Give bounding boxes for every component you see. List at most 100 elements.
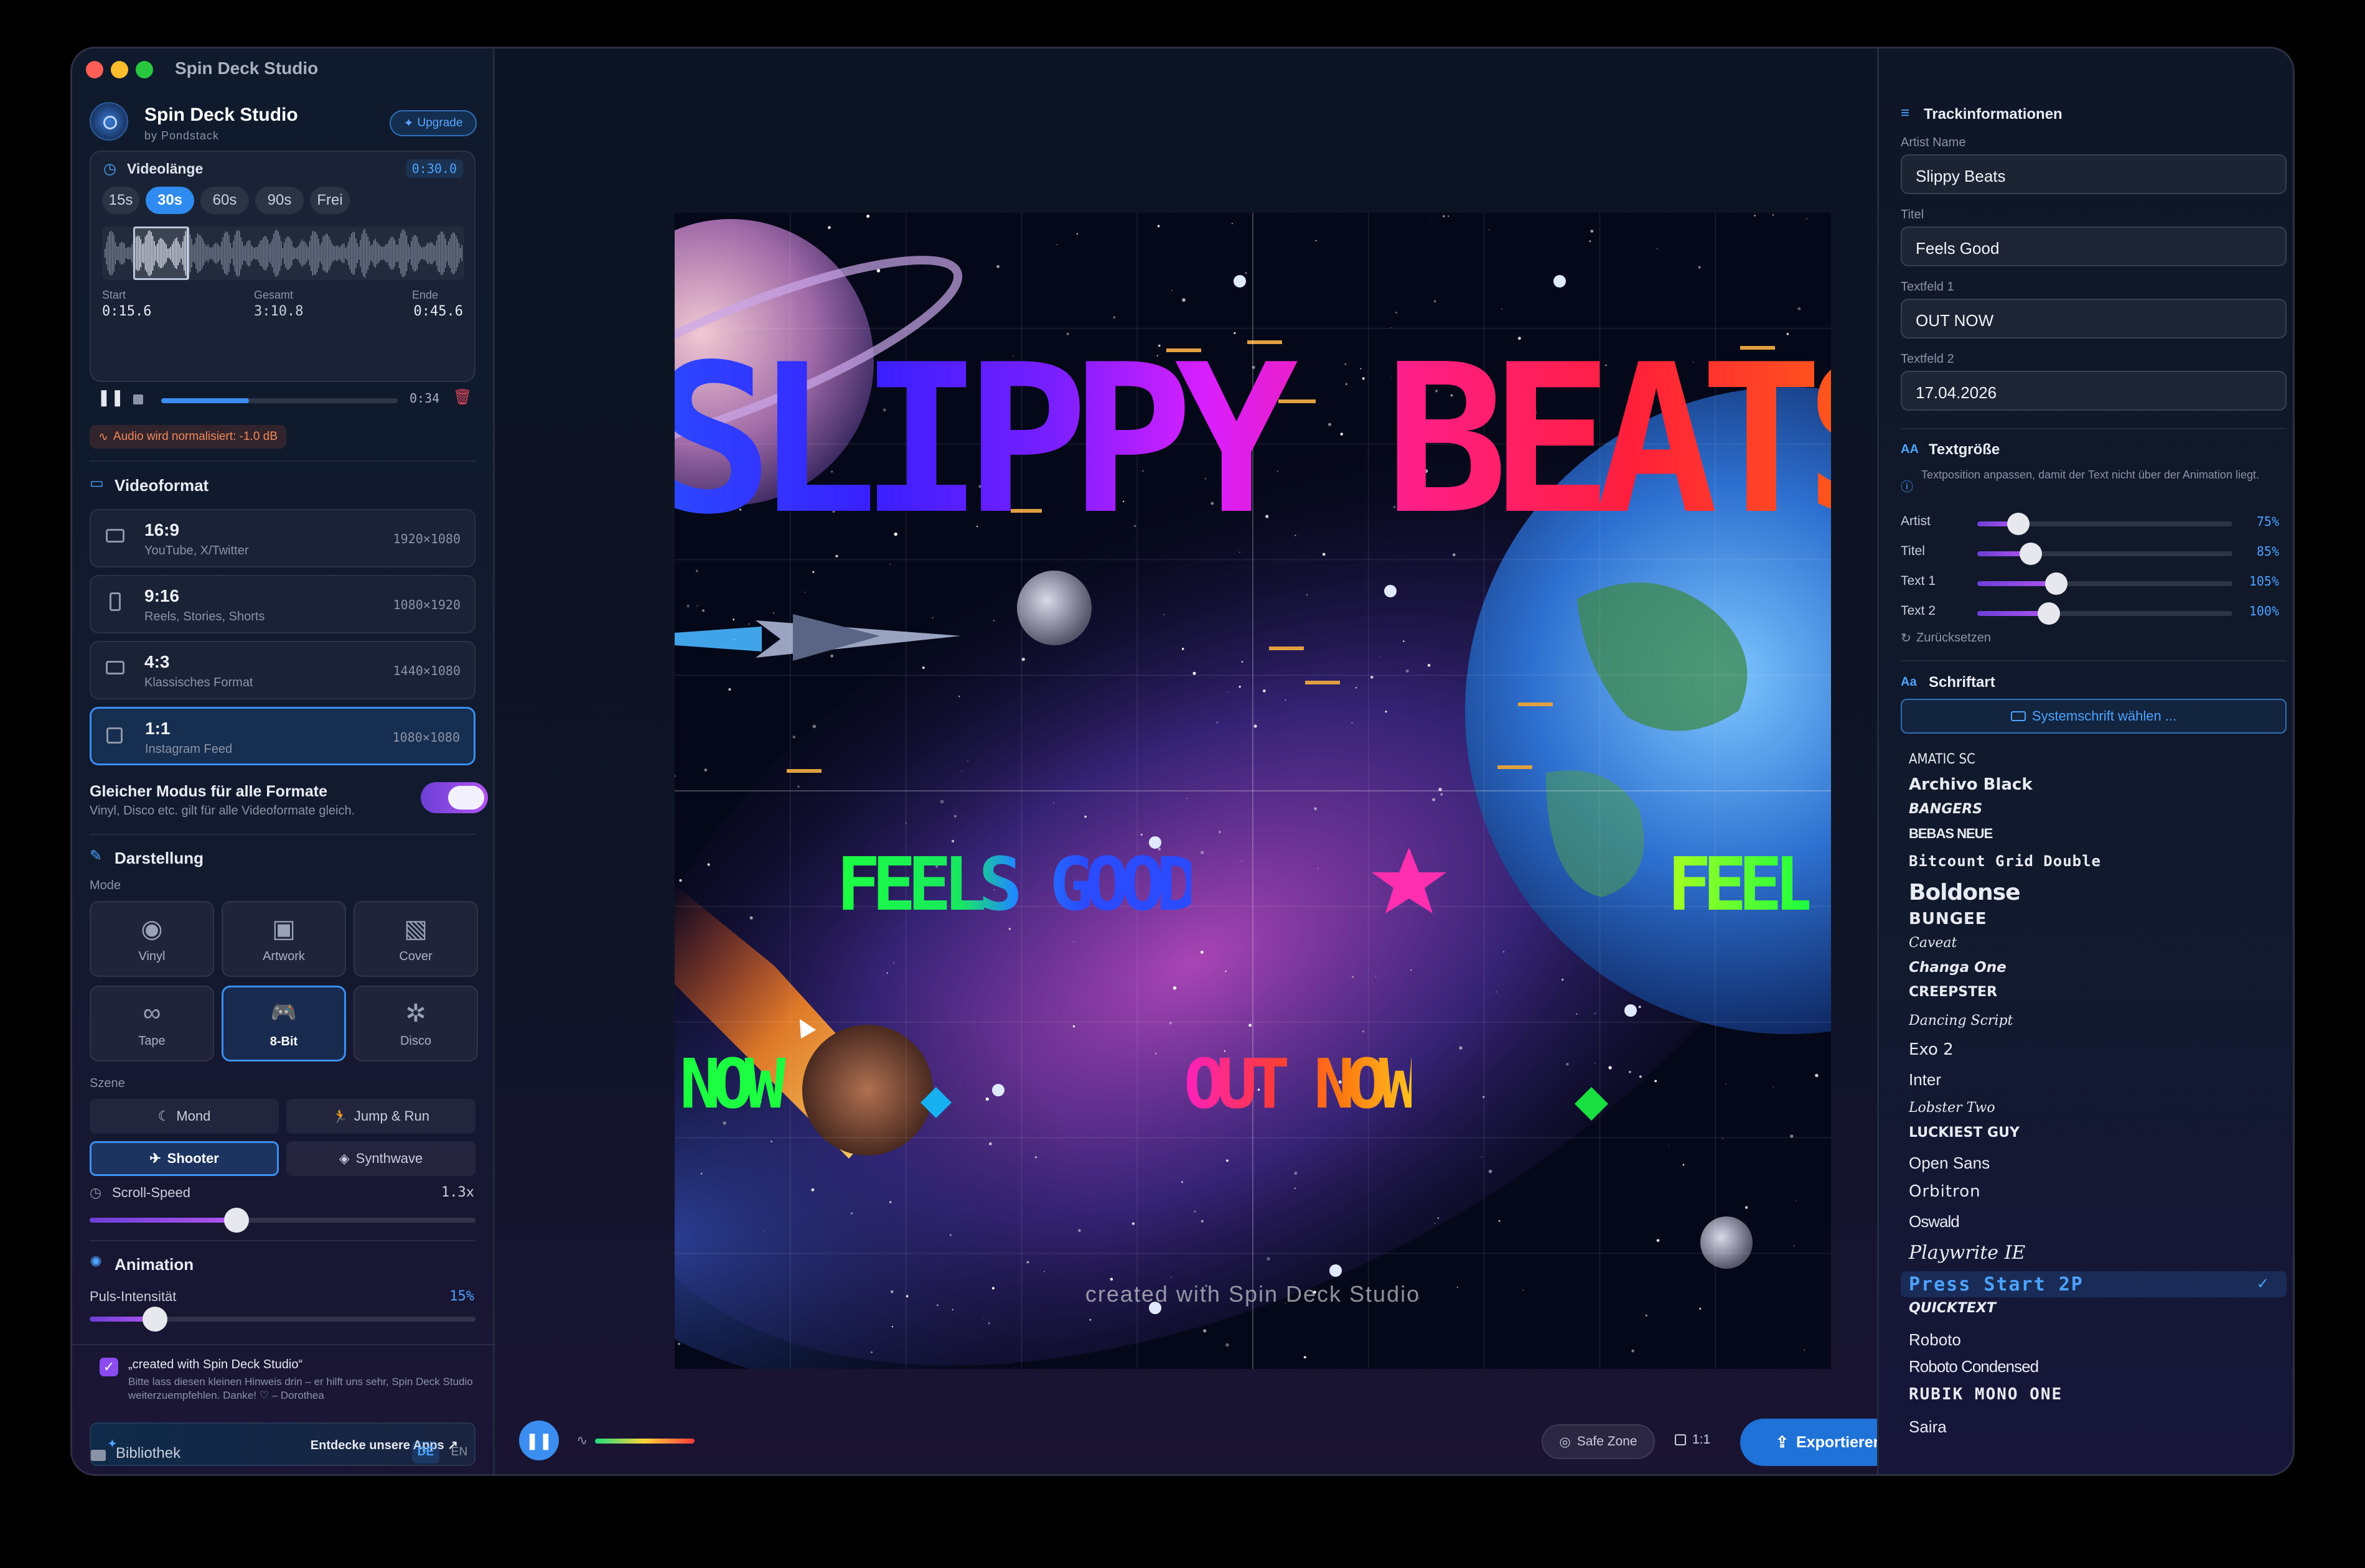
mode-8-bit[interactable]: 🎮 8-Bit [222,986,346,1062]
waveform-bar [115,242,116,264]
font-option-lobster-two[interactable]: Lobster Two [1909,1100,1995,1116]
text-size-value: 75% [2256,514,2279,529]
mode-vinyl[interactable]: ◉ Vinyl [90,901,214,977]
waveform-bar [109,232,110,274]
scene-synthwave[interactable]: ◈ Synthwave [286,1141,475,1176]
divider [90,460,475,462]
length-option-30s[interactable]: 30s [146,187,194,214]
mode-tape[interactable]: ∞ Tape [90,986,214,1062]
font-option-rubik-mono-one[interactable]: Rubik Mono One [1909,1385,2063,1404]
waveform-bar [273,233,274,273]
upgrade-button[interactable]: ✦ Upgrade [390,110,477,136]
waveform-bar [241,241,243,265]
total-value: 3:10.8 [254,304,304,319]
font-option-oswald[interactable]: Oswald [1909,1212,1960,1231]
mode-disco[interactable]: ✲ Disco [354,986,478,1062]
font-option-roboto-condensed[interactable]: Roboto Condensed [1909,1357,2039,1376]
text-size-knob[interactable] [2037,602,2060,625]
waveform-bar [342,243,343,263]
text-size-knob[interactable] [2007,513,2030,535]
waveform-bar [119,243,121,264]
format-option-1x1[interactable]: 1:1 Instagram Feed 1080×1080 [90,707,475,765]
length-option-frei[interactable]: Frei [310,187,350,214]
font-option-boldonse[interactable]: Boldonse [1909,880,2020,905]
font-option-bangers[interactable]: Bangers [1909,801,1982,817]
font-option-inter[interactable]: Inter [1909,1070,1941,1090]
scene-mond[interactable]: ☾ Mond [90,1099,279,1134]
text-size-knob[interactable] [2020,543,2043,565]
pulse-knob[interactable] [143,1307,168,1332]
font-option-luckiest-guy[interactable]: Luckiest Guy [1909,1125,2020,1141]
scene-shooter[interactable]: ✈ Shooter [90,1141,279,1176]
format-option-9x16[interactable]: 9:16 Reels, Stories, Shorts 1080×1920 [90,575,475,633]
font-option-creepster[interactable]: Creepster [1909,984,1997,1000]
waveform-bar [276,230,278,277]
system-font-button[interactable]: Systemschrift wählen ... [1901,699,2287,734]
waveform-bar [340,245,342,261]
font-option-exo-2[interactable]: Exo 2 [1909,1040,1954,1059]
font-option-bungee[interactable]: Bungee [1909,910,1987,928]
scroll-speed-slider[interactable] [90,1208,475,1233]
text-size-knob[interactable] [2045,572,2068,595]
library-button[interactable]: Bibliothek [116,1445,180,1462]
stop-icon[interactable] [133,394,143,404]
divider [90,834,475,835]
waveform-bar [403,229,405,278]
minimize-window-button[interactable] [111,61,128,78]
font-option-press-start-2p[interactable]: Press Start 2P [1909,1274,2084,1295]
title-field[interactable]: Feels Good [1901,226,2287,266]
text-size-slider-titel[interactable] [1977,543,2232,565]
text-size-slider-text-2[interactable] [1977,602,2232,625]
artist-name-field[interactable]: Slippy Beats [1901,154,2287,194]
text-size-slider-artist[interactable] [1977,513,2232,535]
waveform-bar [128,246,129,260]
font-option-archivo-black[interactable]: Archivo Black [1909,775,2033,794]
font-option-saira[interactable]: Saira [1909,1417,1947,1437]
mode-artwork[interactable]: ▣ Artwork [222,901,346,977]
text-size-slider-text-1[interactable] [1977,572,2232,595]
font-option-bebas-neue[interactable]: Bebas Neue [1909,826,1993,842]
pause-icon[interactable]: ❚❚ [97,388,124,407]
length-option-90s[interactable]: 90s [255,187,304,214]
waveform[interactable] [102,226,464,280]
video-preview[interactable]: SLIPPY BEATS FEELS GOOD FEEL NOW OUT NOW… [675,213,1831,1369]
zoom-window-button[interactable] [136,61,153,78]
running-icon: 🏃 [332,1109,348,1124]
close-window-button[interactable] [86,61,103,78]
safe-zone-toggle[interactable]: ◎ Safe Zone [1542,1424,1655,1459]
play-pause-button[interactable]: ❚❚ [519,1421,559,1460]
font-option-bitcount-grid-double[interactable]: Bitcount Grid Double [1909,852,2101,870]
length-option-60s[interactable]: 60s [200,187,249,214]
format-option-4x3[interactable]: 4:3 Klassisches Format 1440×1080 [90,641,475,699]
format-option-16x9[interactable]: 16:9 YouTube, X/Twitter 1920×1080 [90,509,475,567]
font-option-changa-one[interactable]: Changa One [1909,959,2007,976]
same-mode-toggle[interactable] [421,782,488,813]
font-option-orbitron[interactable]: Orbitron [1909,1182,1981,1201]
font-option-quicktext[interactable]: Quicktext [1909,1300,1996,1316]
waveform-bar [434,246,436,261]
lang-en-button[interactable]: EN [446,1441,473,1463]
textfeld2-field[interactable]: 17.04.2026 [1901,371,2287,411]
waveform-bar [195,237,197,269]
waveform-bar [239,230,240,276]
length-option-15s[interactable]: 15s [102,187,139,214]
credit-checkbox[interactable]: ✓ [100,1358,118,1376]
playback-progress[interactable] [161,398,398,403]
font-option-open-sans[interactable]: Open Sans [1909,1154,1990,1173]
lang-de-button[interactable]: DE [412,1441,439,1463]
scene-jump-run[interactable]: 🏃 Jump & Run [286,1099,475,1134]
video-length-label: Videolänge [127,161,204,177]
textfeld1-field[interactable]: OUT NOW [1901,299,2287,338]
font-option-roboto[interactable]: Roboto [1909,1330,1961,1350]
trash-icon[interactable]: 🗑 [453,388,472,406]
waveform-selection[interactable] [133,226,189,280]
scroll-speed-knob[interactable] [223,1208,249,1233]
pulse-slider[interactable] [90,1307,475,1332]
reset-button[interactable]: Zurücksetzen [1916,631,1991,645]
aspect-ratio-icon [106,727,123,744]
font-option-playwrite-ie[interactable]: Playwrite IE [1909,1242,2025,1264]
font-option-caveat[interactable]: Caveat [1909,935,1957,951]
font-option-dancing-script[interactable]: Dancing Script [1909,1013,2013,1029]
mode-cover[interactable]: ▧ Cover [354,901,478,977]
font-option-amatic-sc[interactable]: Amatic SC [1909,752,1975,767]
